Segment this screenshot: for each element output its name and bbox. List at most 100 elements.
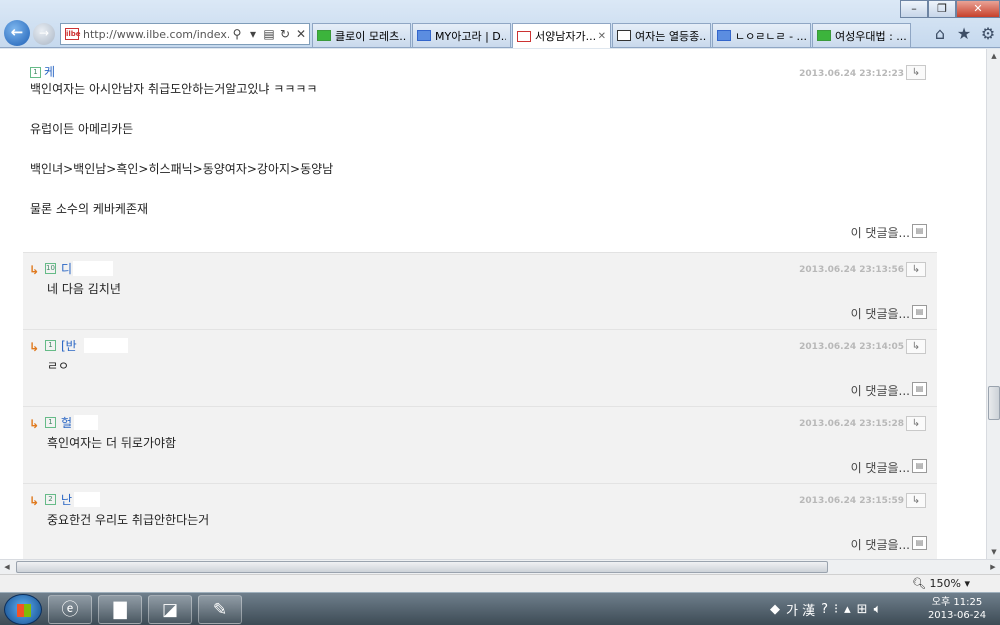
- comment-more-link[interactable]: 이 댓글을...: [851, 536, 910, 553]
- comment-line: [30, 101, 937, 121]
- address-bar[interactable]: ilbe http://www.ilbe.com/index.ph ⚲ ▾ ▤ …: [60, 23, 310, 45]
- tab-5[interactable]: ㄴㅇㄹㄴㄹ - ...: [712, 23, 811, 47]
- comment-line: [30, 181, 937, 201]
- comment-line: 물론 소수의 케바케존재: [30, 202, 149, 216]
- stop-icon[interactable]: ✕: [293, 27, 309, 41]
- comment-header: ↳ 1 헐 2013.06.24 23:15:28 ↳: [23, 407, 937, 435]
- scroll-right-icon[interactable]: ▶: [986, 560, 1000, 574]
- ime-indicator[interactable]: 가 漢: [786, 600, 815, 619]
- report-icon[interactable]: ▤: [912, 459, 927, 473]
- comment-author[interactable]: 케: [44, 63, 55, 80]
- browser-chrome: – ❐ ✕ ← → ilbe http://www.ilbe.com/index…: [0, 0, 1000, 48]
- taskbar-internet-explorer[interactable]: ⓔ: [48, 595, 92, 624]
- tab-2[interactable]: MY아고라 | D...: [412, 23, 511, 47]
- redacted-name-block: [84, 338, 128, 353]
- redacted-name-block: [74, 415, 98, 430]
- browser-tools: ⌂ ★ ⚙: [930, 24, 998, 44]
- tab-label: 여성우대법 : ...: [835, 29, 906, 43]
- taskbar-app-3[interactable]: ◪: [148, 595, 192, 624]
- comment-header: ↳ 10 디 2013.06.24 23:13:56 ↳: [23, 253, 937, 281]
- tab-label: 클로이 모레츠...: [335, 29, 406, 43]
- reply-button[interactable]: ↳: [906, 65, 926, 80]
- vertical-scroll-thumb[interactable]: [988, 386, 1000, 420]
- home-icon[interactable]: ⌂: [930, 24, 950, 44]
- scroll-up-icon[interactable]: ▲: [987, 49, 1000, 63]
- search-icon[interactable]: ⚲: [229, 27, 245, 41]
- comment-more-link[interactable]: 이 댓글을...: [851, 459, 910, 476]
- comment-body: 네 다음 김치년: [25, 281, 937, 297]
- comment-more-link[interactable]: 이 댓글을...: [851, 224, 910, 241]
- taskbar-clock[interactable]: 오후 11:25 2013-06-24: [927, 596, 987, 622]
- tab-3-active[interactable]: 서양남자가... ✕: [512, 23, 611, 48]
- tab-4[interactable]: 여자는 열등종...: [612, 23, 711, 47]
- maximize-icon[interactable]: ❐: [928, 0, 956, 18]
- refresh-icon[interactable]: ↻: [277, 27, 293, 41]
- document-icon: ◪: [161, 600, 179, 620]
- windows-logo-icon: [17, 604, 31, 617]
- report-icon[interactable]: ▤: [912, 536, 927, 550]
- help-icon[interactable]: ?: [821, 602, 828, 617]
- reply-arrow-icon: ↳: [911, 418, 921, 429]
- reply-arrow-icon: ↳: [911, 67, 921, 78]
- horizontal-scrollbar[interactable]: ◀ ▶: [0, 559, 1000, 574]
- comment-author[interactable]: [반: [61, 337, 77, 354]
- comment-more-link[interactable]: 이 댓글을...: [851, 382, 910, 399]
- level-badge-icon: 10: [45, 263, 56, 274]
- compatibility-view-icon[interactable]: ▤: [261, 27, 277, 41]
- tab-label: 서양남자가...: [535, 30, 595, 43]
- page-content: 1 케 2013.06.24 23:12:23 ↳ 백인여자는 아시안남자 취급…: [0, 49, 986, 559]
- zoom-level[interactable]: 🔍︎ 150% ▾: [912, 577, 970, 590]
- reply-button[interactable]: ↳: [906, 339, 926, 354]
- forward-button[interactable]: →: [33, 23, 55, 45]
- taskbar-paint[interactable]: ✎: [198, 595, 242, 624]
- report-icon[interactable]: ▤: [912, 305, 927, 319]
- start-button[interactable]: [4, 594, 42, 625]
- comment-header: 1 케 2013.06.24 23:12:23 ↳: [23, 49, 937, 81]
- favorites-star-icon[interactable]: ★: [954, 24, 974, 44]
- horizontal-scroll-thumb[interactable]: [16, 561, 828, 573]
- zoom-value: 150%: [929, 577, 961, 590]
- minimize-icon[interactable]: –: [900, 0, 928, 18]
- comment-footer: 이 댓글을... ▤: [23, 221, 937, 243]
- volume-icon[interactable]: 🔈︎: [874, 602, 882, 617]
- taskbar-file-explorer[interactable]: ▇: [98, 595, 142, 624]
- reply-button[interactable]: ↳: [906, 416, 926, 431]
- level-badge-icon: 2: [45, 494, 56, 505]
- reply-arrow-icon: ↳: [911, 264, 921, 275]
- comment-author[interactable]: 디: [61, 260, 72, 277]
- reply-button[interactable]: ↳: [906, 493, 926, 508]
- network-icon[interactable]: ⊞: [857, 602, 868, 617]
- options-icon[interactable]: ⁝: [834, 602, 838, 617]
- comment-date: 2013.06.24 23:12:23: [799, 69, 904, 79]
- dropdown-icon[interactable]: ▾: [245, 27, 261, 41]
- arrow-right-icon: →: [38, 26, 50, 40]
- ime-language-icon[interactable]: ◆: [770, 602, 780, 617]
- comment-header: ↳ 2 난 2013.06.24 23:15:59 ↳: [23, 484, 937, 512]
- tab-favicon-icon: [717, 30, 731, 41]
- comment-line: ㄹㅇ: [47, 359, 70, 373]
- report-icon[interactable]: ▤: [912, 382, 927, 396]
- vertical-scrollbar[interactable]: ▲ ▼: [986, 49, 1000, 559]
- comment-author[interactable]: 헐: [61, 414, 72, 431]
- comment-body: 흑인여자는 더 뒤로가야함: [25, 435, 937, 451]
- close-window-icon[interactable]: ✕: [956, 0, 1000, 18]
- tab-strip: 클로이 모레츠... MY아고라 | D... 서양남자가... ✕ 여자는 열등…: [312, 23, 912, 48]
- tab-6[interactable]: 여성우대법 : ...: [812, 23, 911, 47]
- address-text[interactable]: http://www.ilbe.com/index.ph: [83, 28, 229, 41]
- comment-line: 유럽이든 아메리카든: [30, 122, 134, 136]
- tab-1[interactable]: 클로이 모레츠...: [312, 23, 411, 47]
- taskbar: ⓔ ▇ ◪ ✎ ◆ 가 漢 ? ⁝ ▴ ⊞ 🔈︎ 오후 11:25 2013-0…: [0, 592, 1000, 625]
- comment-author[interactable]: 난: [61, 491, 72, 508]
- comment-date: 2013.06.24 23:15:28: [799, 419, 904, 429]
- gear-icon[interactable]: ⚙: [978, 24, 998, 44]
- tab-favicon-icon: [417, 30, 431, 41]
- scroll-left-icon[interactable]: ◀: [0, 560, 14, 574]
- back-button[interactable]: ←: [4, 20, 30, 46]
- report-icon[interactable]: ▤: [912, 224, 927, 238]
- show-hidden-icons[interactable]: ▴: [844, 602, 851, 617]
- reply-button[interactable]: ↳: [906, 262, 926, 277]
- comment-footer: 이 댓글을... ▤: [23, 302, 937, 324]
- scroll-down-icon[interactable]: ▼: [987, 545, 1000, 559]
- tab-close-icon[interactable]: ✕: [598, 31, 606, 42]
- comment-more-link[interactable]: 이 댓글을...: [851, 305, 910, 322]
